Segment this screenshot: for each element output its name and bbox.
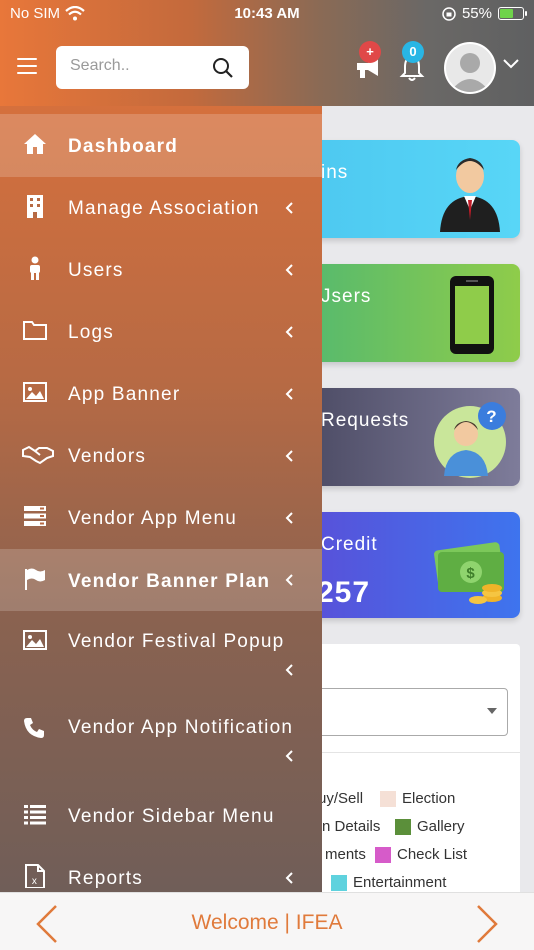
sidebar-item-dashboard[interactable]: Dashboard bbox=[0, 114, 322, 177]
sidebar-item-label: Vendor App Menu bbox=[68, 508, 238, 529]
app-header: No SIM 10:43 AM 55% + bbox=[0, 0, 534, 106]
stat-card-requests[interactable]: Requests ? bbox=[300, 388, 520, 486]
search-box bbox=[56, 46, 249, 89]
stat-card-users[interactable]: Jsers bbox=[300, 264, 520, 362]
footer-welcome-text: Welcome | IFEA bbox=[191, 911, 343, 934]
sidebar-item-label: App Banner bbox=[68, 384, 181, 405]
chevron-left-icon bbox=[285, 450, 293, 462]
sidebar-item-reports[interactable]: x Reports bbox=[0, 858, 322, 892]
chevron-left-icon bbox=[285, 512, 293, 524]
sidebar-item-vendor-banner-plan[interactable]: Vendor Banner Plan bbox=[0, 549, 322, 611]
battery-icon bbox=[498, 7, 527, 20]
avatar[interactable] bbox=[444, 42, 496, 94]
chart-panel bbox=[300, 644, 520, 904]
sidebar-item-users[interactable]: Users bbox=[0, 244, 322, 296]
sidebar-item-logs[interactable]: Logs bbox=[0, 306, 322, 358]
sidebar-item-label: Vendor App Notification bbox=[68, 717, 294, 738]
stat-card-credit[interactable]: Credit 257 $ bbox=[300, 512, 520, 618]
chevron-left-icon bbox=[285, 574, 293, 586]
phone-icon bbox=[24, 718, 44, 738]
sidebar-item-label: Vendors bbox=[68, 446, 147, 467]
flag-icon bbox=[25, 568, 45, 590]
svg-text:x: x bbox=[32, 876, 38, 887]
sidebar-item-vendors[interactable]: Vendors bbox=[0, 430, 322, 482]
sidebar-item-app-banner[interactable]: App Banner bbox=[0, 368, 322, 420]
server-icon bbox=[24, 506, 46, 526]
excel-file-icon: x bbox=[25, 864, 45, 888]
sidebar-item-label: Vendor Sidebar Menu bbox=[68, 806, 275, 827]
chevron-left-icon bbox=[285, 750, 293, 762]
building-icon bbox=[27, 195, 43, 218]
sidebar-item-vendor-festival-popup[interactable]: Vendor Festival Popup bbox=[0, 616, 322, 696]
sidebar-item-manage-association[interactable]: Manage Association bbox=[0, 182, 322, 234]
user-icon bbox=[30, 256, 40, 280]
image-icon bbox=[23, 630, 47, 650]
image-icon bbox=[23, 382, 47, 402]
chevron-left-icon bbox=[285, 326, 293, 338]
list-icon bbox=[24, 805, 46, 825]
chevron-left-icon bbox=[285, 872, 293, 884]
dropdown-caret-icon bbox=[487, 708, 497, 714]
chevron-right-icon[interactable] bbox=[474, 903, 500, 945]
sidebar-item-vendor-app-notification[interactable]: Vendor App Notification bbox=[0, 704, 322, 784]
card-label: Credit bbox=[321, 534, 378, 555]
money-icon: $ bbox=[434, 542, 504, 604]
legend-item: Gallery bbox=[395, 818, 465, 835]
sidebar-item-label: Vendor Festival Popup bbox=[68, 631, 285, 652]
sidebar-item-label: Reports bbox=[68, 868, 143, 889]
svg-text:$: $ bbox=[466, 565, 475, 582]
orientation-lock-icon bbox=[442, 6, 456, 21]
businessman-icon bbox=[440, 158, 500, 232]
handshake-icon bbox=[22, 445, 54, 465]
home-icon bbox=[24, 134, 46, 154]
legend-item: Election bbox=[380, 790, 455, 807]
sidebar-item-label: Vendor Banner Plan bbox=[68, 571, 271, 592]
sidebar-item-label: Manage Association bbox=[68, 198, 260, 219]
legend-item: Entertainment bbox=[331, 874, 446, 891]
menu-toggle-icon[interactable] bbox=[17, 58, 37, 74]
search-input[interactable] bbox=[70, 57, 210, 75]
sidebar-item-vendor-app-menu[interactable]: Vendor App Menu bbox=[0, 492, 322, 544]
sidebar-item-label: Users bbox=[68, 260, 124, 281]
sidebar-drawer: Dashboard Manage Association Users Logs bbox=[0, 106, 322, 892]
legend-item: uy/Sell bbox=[318, 790, 364, 807]
announcement-badge: + bbox=[359, 41, 381, 63]
smartphone-icon bbox=[450, 276, 494, 354]
category-select[interactable] bbox=[300, 688, 508, 736]
status-bar: No SIM 10:43 AM 55% bbox=[0, 0, 534, 28]
search-icon[interactable] bbox=[212, 57, 234, 79]
battery-percent: 55% bbox=[461, 5, 492, 22]
panel-divider bbox=[300, 752, 520, 753]
card-label: Jsers bbox=[321, 286, 372, 307]
sidebar-item-label: Logs bbox=[68, 322, 115, 343]
sidebar-item-label: Dashboard bbox=[68, 136, 179, 157]
legend-item: Check List bbox=[375, 846, 467, 863]
chevron-left-icon bbox=[285, 202, 293, 214]
stat-card-admins[interactable]: ins bbox=[300, 140, 520, 238]
card-label: ins bbox=[321, 162, 349, 183]
question-person-icon: ? bbox=[434, 402, 506, 478]
user-avatar-icon bbox=[446, 44, 494, 92]
chevron-left-icon bbox=[285, 388, 293, 400]
chevron-left-icon bbox=[285, 664, 293, 676]
card-label: Requests bbox=[321, 410, 410, 431]
chevron-down-icon[interactable] bbox=[502, 58, 520, 70]
chevron-left-icon bbox=[285, 264, 293, 276]
notification-badge: 0 bbox=[402, 41, 424, 63]
card-value: 257 bbox=[317, 576, 371, 609]
svg-text:?: ? bbox=[486, 407, 497, 426]
sidebar-item-vendor-sidebar-menu[interactable]: Vendor Sidebar Menu bbox=[0, 794, 322, 846]
legend-item: n Details bbox=[322, 818, 381, 835]
footer-bar: Welcome | IFEA bbox=[0, 892, 534, 950]
folder-icon bbox=[23, 321, 47, 340]
legend-item: ments bbox=[325, 846, 366, 863]
